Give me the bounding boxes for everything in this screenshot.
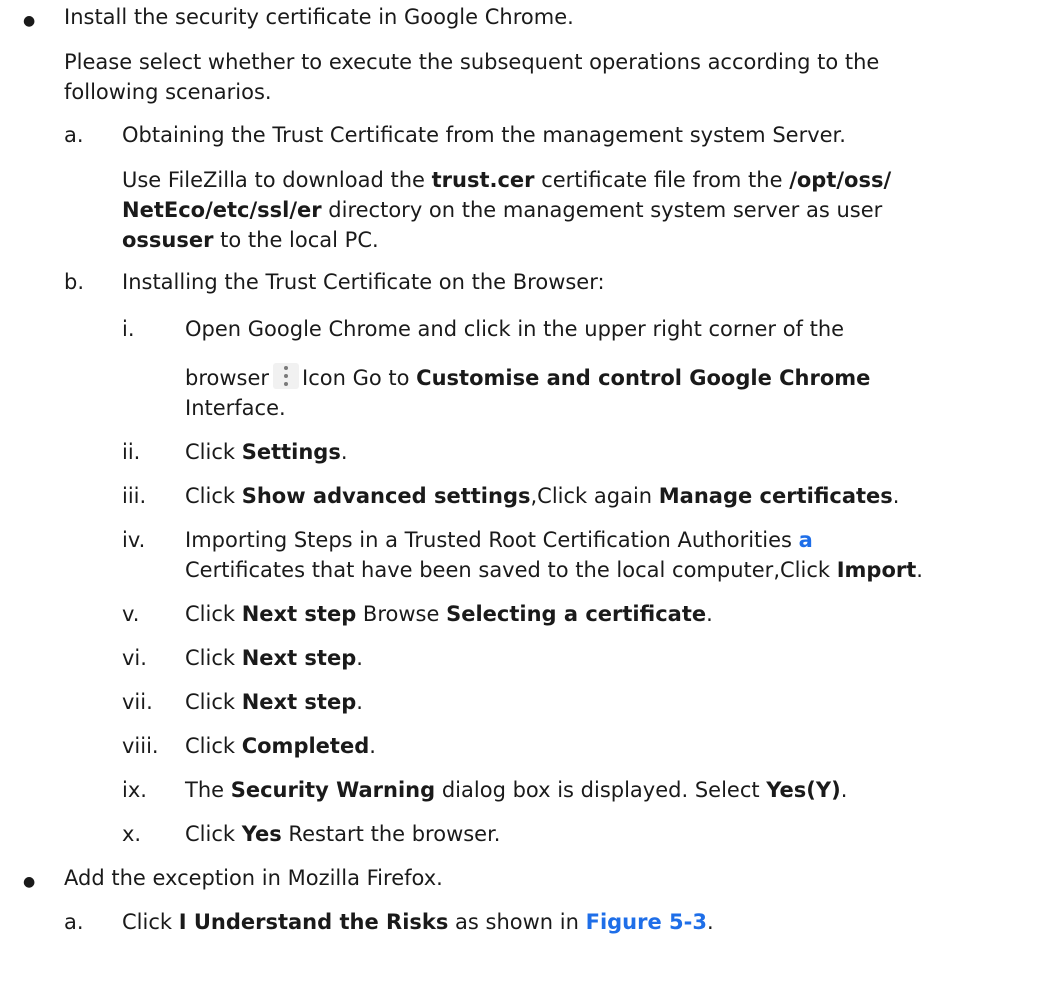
- substep-marker: iii.: [122, 484, 147, 508]
- figure-link[interactable]: Figure 5-3: [586, 910, 707, 934]
- substep-text: The Security Warning dialog box is displ…: [185, 778, 848, 802]
- substep-text: Click Next step.: [185, 646, 363, 670]
- step-title: Obtaining the Trust Certificate from the…: [122, 123, 846, 147]
- substep-marker: iv.: [122, 528, 146, 552]
- substep-marker: x.: [122, 822, 142, 846]
- step-title: Click I Understand the Risks as shown in…: [122, 910, 714, 934]
- step-marker: a.: [64, 910, 84, 934]
- substep-marker: viii.: [122, 734, 159, 758]
- substep-marker: ii.: [122, 440, 141, 464]
- substep-text: Importing Steps in a Trusted Root Certif…: [185, 528, 813, 552]
- step-body: ossuser to the local PC.: [122, 228, 379, 252]
- section-title-chrome: Install the security certificate in Goog…: [64, 5, 574, 29]
- substep-text: Click Settings.: [185, 440, 348, 464]
- intro-text: following scenarios.: [64, 80, 272, 104]
- bullet-marker: ●: [23, 13, 36, 29]
- substep-text: Click Next step Browse Selecting a certi…: [185, 602, 713, 626]
- substep-text: Click Show advanced settings,Click again…: [185, 484, 900, 508]
- intro-text: Please select whether to execute the sub…: [64, 50, 880, 74]
- substep-text: Click Next step.: [185, 690, 363, 714]
- substep-marker: vii.: [122, 690, 153, 714]
- substep-text: browser Icon Go to Customise and control …: [185, 363, 870, 393]
- substep-marker: vi.: [122, 646, 147, 670]
- section-title-firefox: Add the exception in Mozilla Firefox.: [64, 866, 443, 890]
- substep-text: Interface.: [185, 396, 286, 420]
- step-title: Installing the Trust Certificate on the …: [122, 270, 605, 294]
- substep-text: Open Google Chrome and click in the uppe…: [185, 317, 845, 341]
- step-marker: b.: [64, 270, 85, 294]
- substep-marker: ix.: [122, 778, 147, 802]
- step-body: NetEco/etc/ssl/er directory on the manag…: [122, 198, 883, 222]
- substep-marker: v.: [122, 602, 140, 626]
- step-marker: a.: [64, 123, 84, 147]
- substep-text: Click Yes Restart the browser.: [185, 822, 501, 846]
- bullet-marker: ●: [23, 874, 36, 890]
- step-link[interactable]: a: [799, 528, 813, 552]
- substep-text: Click Completed.: [185, 734, 376, 758]
- more-vert-icon: [273, 363, 300, 389]
- step-body: Use FileZilla to download the trust.cer …: [122, 168, 892, 192]
- substep-marker: i.: [122, 317, 135, 341]
- substep-text: Certificates that have been saved to the…: [185, 558, 923, 582]
